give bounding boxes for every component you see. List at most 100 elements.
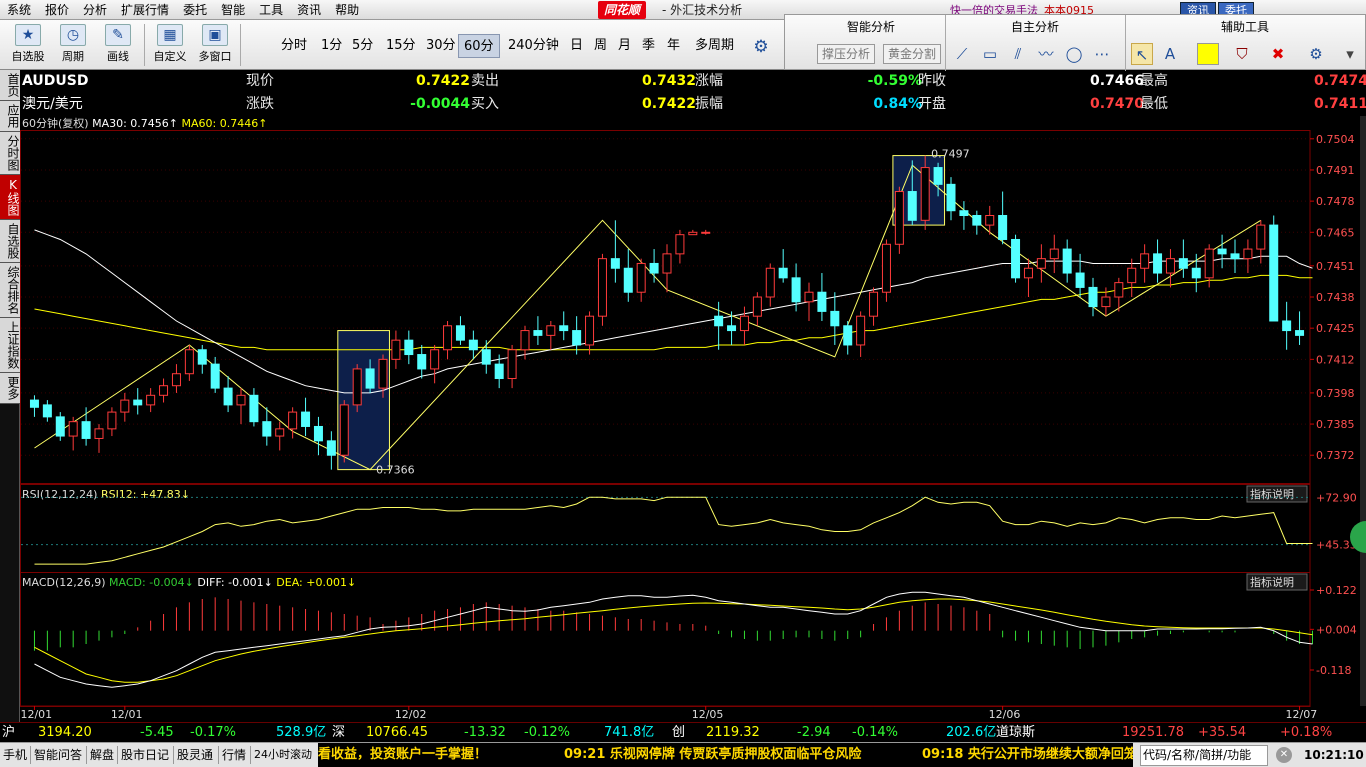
candle (623, 249, 633, 302)
quote-label: 最高 (1140, 73, 1168, 89)
sidebar-tab-4[interactable]: 自选股 (0, 220, 20, 263)
x-tick-label: 12/01 (111, 708, 143, 721)
period-10[interactable]: 季 (637, 34, 660, 58)
rectangle-tool-icon[interactable]: ▭ (979, 43, 1001, 65)
multi-window-button[interactable]: ▣ 多窗口 (193, 24, 237, 68)
status-stock-alert[interactable]: 股灵通 (177, 743, 213, 767)
color-picker-icon[interactable] (1197, 43, 1219, 65)
status-diary[interactable]: 股市日记 (121, 743, 169, 767)
menu-help[interactable]: 帮助 (328, 0, 366, 20)
line-tool-icon[interactable]: ⟋ (951, 43, 973, 65)
menu-analysis[interactable]: 分析 (76, 0, 114, 20)
sidebar-tab-5[interactable]: 综合排名 (0, 263, 20, 318)
menu-quote[interactable]: 报价 (38, 0, 76, 20)
candle-body (520, 330, 530, 351)
candle (559, 311, 569, 341)
candle-body (1282, 320, 1292, 332)
cursor-tool-icon[interactable]: ↖ (1131, 43, 1153, 65)
sidebar-tab-2[interactable]: 分时图 (0, 132, 20, 175)
sidebar-tab-7[interactable]: 更多 (0, 373, 20, 404)
chart-scrollbar[interactable] (1360, 116, 1366, 706)
candle-body (533, 330, 543, 336)
menu-system[interactable]: 系统 (0, 0, 38, 20)
period-9[interactable]: 月 (613, 34, 636, 58)
candle-body (468, 339, 478, 351)
macd-help-label[interactable]: 指标说明 (1250, 575, 1294, 589)
menu-extended-market[interactable]: 扩展行情 (114, 0, 176, 20)
draw-line-button[interactable]: ✎ 画线 (96, 24, 140, 68)
support-resistance-button[interactable]: 撑压分析 (817, 44, 876, 64)
dropdown-arrow-icon[interactable]: ▾ (1339, 43, 1361, 65)
customize-button[interactable]: ▦ 自定义 (148, 24, 192, 68)
quick-search-input[interactable]: 代码/名称/简拼/功能 (1140, 745, 1268, 766)
candle-body (1011, 238, 1021, 279)
close-icon[interactable]: ✕ (1276, 747, 1292, 763)
period-8[interactable]: 周 (589, 34, 612, 58)
menu-tools[interactable]: 工具 (252, 0, 290, 20)
quote-value: 0.7466 (1089, 73, 1144, 89)
sidebar-tab-1[interactable]: 应用 (0, 101, 20, 132)
candle-body (675, 234, 685, 255)
period-5[interactable]: 60分 (458, 34, 500, 58)
sidebar-tab-6[interactable]: 上证指数 (0, 318, 20, 373)
bookmark-icon[interactable]: ⛉ (1231, 43, 1253, 65)
status-mobile[interactable]: 手机 (3, 743, 27, 767)
toolbar: ★ 自选股 ◷ 周期 ✎ 画线 ▦ 自定义 ▣ 多窗口 ⚙ 分时 1分 5分 15分 3… (0, 20, 784, 70)
status-divider (173, 746, 174, 764)
candle-body (727, 325, 737, 332)
menu-trade[interactable]: 委托 (176, 0, 214, 20)
ticker-item[interactable]: 看收益，投资账户一手掌握！ (318, 743, 487, 767)
parallel-tool-icon[interactable]: ⫽ (1007, 43, 1029, 65)
candle (636, 258, 646, 302)
period-11[interactable]: 年 (662, 34, 685, 58)
text-tool-icon[interactable]: A (1159, 43, 1181, 65)
status-market[interactable]: 行情 (222, 743, 246, 767)
period-6[interactable]: 240分钟 (503, 34, 564, 58)
brand-logo: 同花顺 (598, 1, 647, 19)
period-4[interactable]: 30分 (421, 34, 461, 58)
index-value: -13.32 (464, 725, 506, 740)
period-3[interactable]: 15分 (381, 34, 421, 58)
menu-smart[interactable]: 智能 (214, 0, 252, 20)
main-panel-frame (20, 130, 1311, 485)
more-tools-icon[interactable]: ⋯ (1091, 43, 1113, 65)
candle-body (430, 349, 440, 370)
candle (1178, 239, 1188, 278)
settings-gear-icon[interactable]: ⚙ (750, 36, 772, 58)
grid-icon: ▦ (157, 24, 183, 46)
candle-body (1191, 267, 1201, 279)
news-ticker[interactable]: 看收益，投资账户一手掌握！ 09:21 乐视网停牌 传贾跃亭质押股权面临平仓风险… (318, 743, 1133, 767)
index-bar: 沪 3194.20 -5.45 -0.17% 528.9亿深 10766.45 -13.32… (0, 722, 1366, 742)
chart-area[interactable]: 60分钟(复权) MA30: 0.7456↑ MA60: 0.7446↑ 0.7… (20, 116, 1366, 722)
candle-body (1140, 253, 1150, 269)
delete-icon[interactable]: ✖ (1267, 43, 1289, 65)
ticker-item[interactable]: 09:18 央行公开市场继续大额净回笼 (922, 743, 1133, 767)
status-smart-qa[interactable]: 智能问答 (34, 743, 82, 767)
ticker-item[interactable]: 09:21 乐视网停牌 传贾跃亭质押股权面临平仓风险 (564, 743, 861, 767)
candle-body (494, 363, 504, 380)
period-button[interactable]: ◷ 周期 (51, 24, 95, 68)
candle-body (301, 411, 311, 427)
status-commentary[interactable]: 解盘 (90, 743, 114, 767)
period-7[interactable]: 日 (565, 34, 588, 58)
candle-body (649, 262, 659, 274)
period-0[interactable]: 分时 (276, 34, 312, 58)
candle (804, 282, 814, 321)
period-2[interactable]: 5分 (347, 34, 378, 58)
golden-section-button[interactable]: 黄金分割 (883, 44, 942, 64)
rsi-help-label[interactable]: 指标说明 (1250, 487, 1294, 501)
circle-tool-icon[interactable]: ◯ (1063, 43, 1085, 65)
candle (94, 424, 104, 453)
candle-body (507, 349, 517, 380)
wave-tool-icon[interactable]: 〰 (1035, 43, 1057, 65)
sidebar-tab-0[interactable]: 首页 (0, 70, 20, 101)
period-1[interactable]: 1分 (316, 34, 347, 58)
panel-settings-icon[interactable]: ⚙ (1305, 43, 1327, 65)
ma30-line (34, 229, 1313, 394)
candle-body (985, 215, 995, 226)
sidebar-tab-3[interactable]: K线图 (0, 175, 20, 220)
menu-news[interactable]: 资讯 (290, 0, 328, 20)
status-rolling-news[interactable]: 24小时滚动 (254, 743, 312, 767)
period-12[interactable]: 多周期 (690, 34, 739, 58)
favorites-button[interactable]: ★ 自选股 (6, 24, 50, 68)
